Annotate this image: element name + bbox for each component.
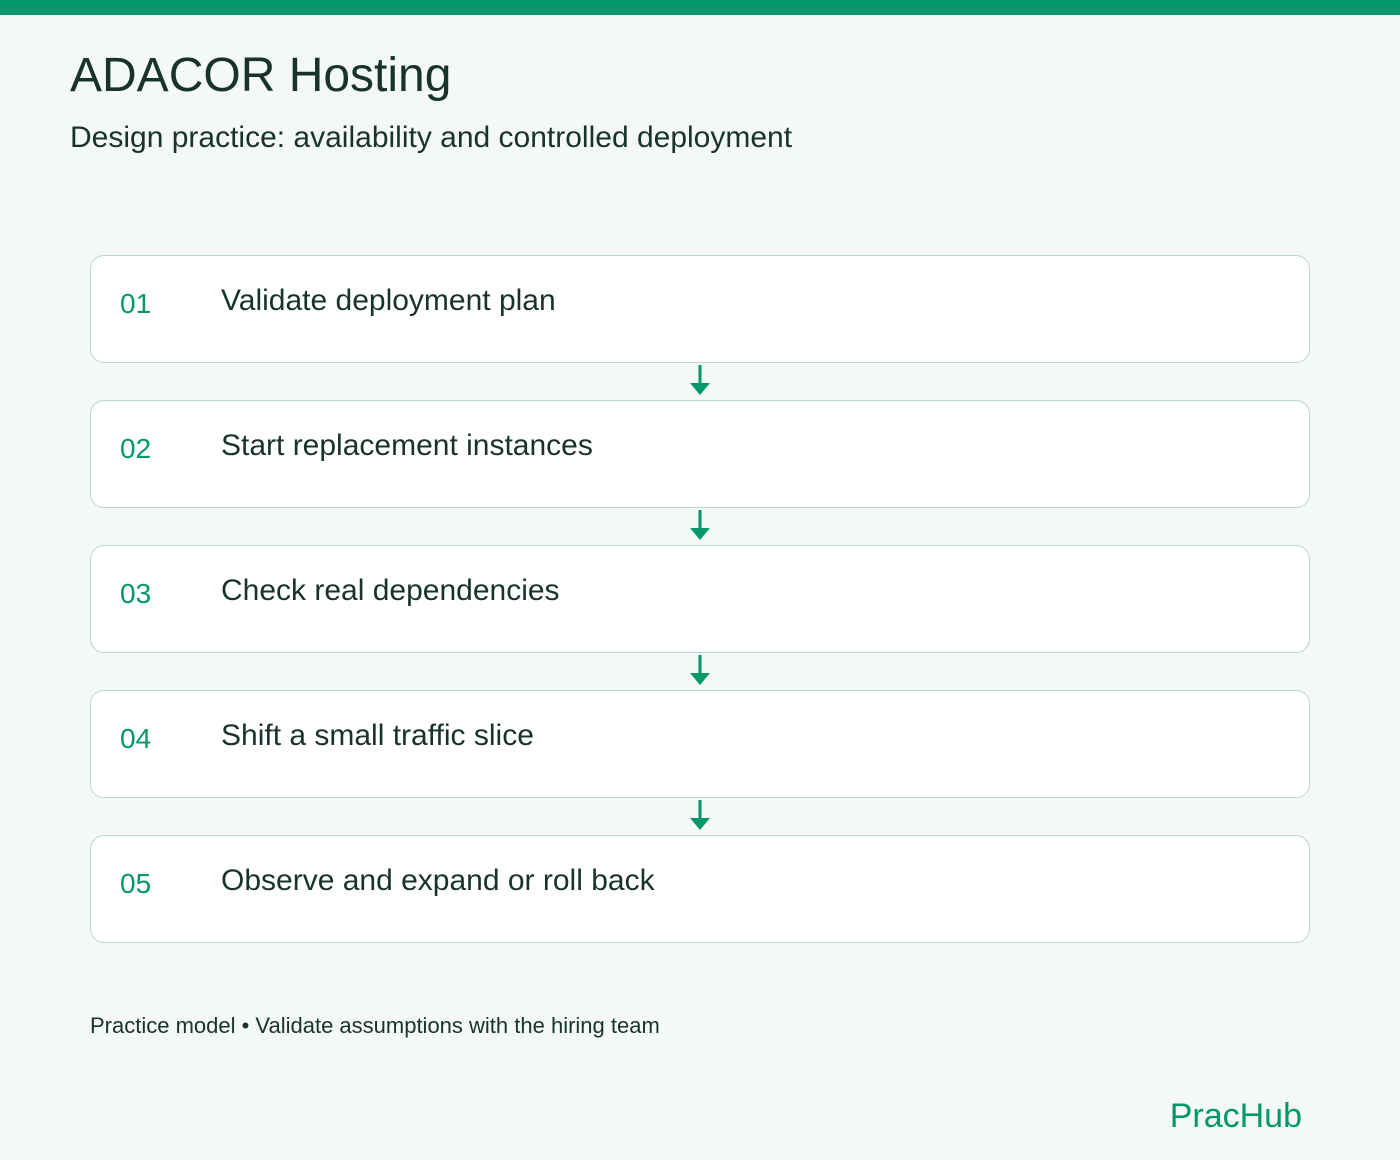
step-card-5: 05 Observe and expand or roll back (90, 835, 1310, 943)
step-number: 04 (120, 723, 152, 754)
brand-logo-text: PracHub (1169, 1097, 1302, 1135)
page-subtitle: Design practice: availability and contro… (70, 121, 793, 154)
top-accent-bar (0, 0, 1400, 15)
arrow-down-icon (690, 655, 710, 685)
step-card-2: 02 Start replacement instances (90, 400, 1310, 508)
arrow-down-icon (690, 510, 710, 540)
process-flow: 01 Validate deployment plan 02 Start rep… (90, 255, 1310, 945)
step-label: Observe and expand or roll back (221, 864, 655, 897)
arrow-down-icon (690, 800, 710, 830)
step-card-3: 03 Check real dependencies (90, 545, 1310, 653)
step-number: 02 (120, 433, 152, 464)
step-label: Check real dependencies (221, 574, 560, 607)
step-card-1: 01 Validate deployment plan (90, 255, 1310, 363)
step-number: 01 (120, 288, 152, 319)
footnote: Practice model • Validate assumptions wi… (90, 1013, 660, 1038)
page-title: ADACOR Hosting (70, 49, 452, 102)
step-number: 05 (120, 868, 152, 899)
step-number: 03 (120, 578, 152, 609)
step-card-4: 04 Shift a small traffic slice (90, 690, 1310, 798)
step-label: Validate deployment plan (221, 284, 556, 317)
arrow-down-icon (690, 365, 710, 395)
step-label: Start replacement instances (221, 429, 593, 462)
step-label: Shift a small traffic slice (221, 719, 534, 752)
